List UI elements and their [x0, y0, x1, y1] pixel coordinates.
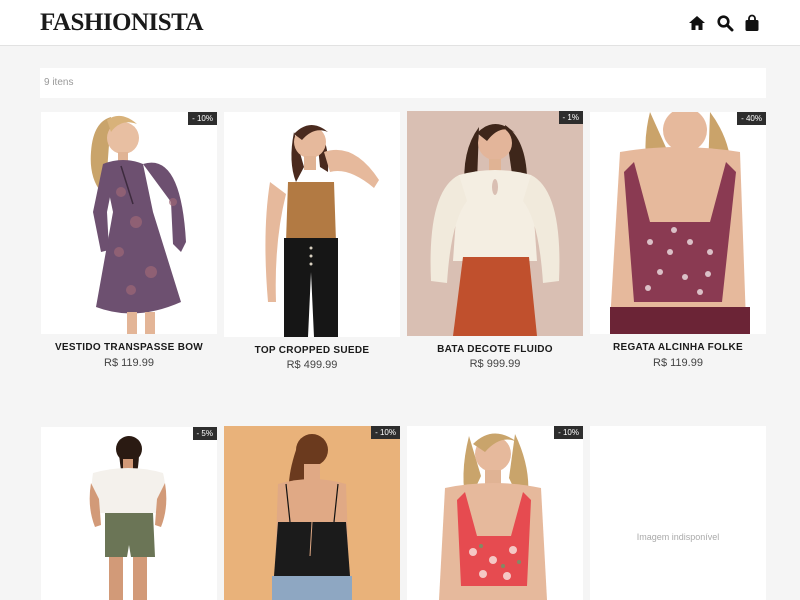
image-unavailable-text: Imagem indisponível — [636, 532, 720, 542]
shopping-bag-icon[interactable] — [743, 14, 761, 32]
site-logo[interactable]: FASHIONISTA — [40, 9, 204, 37]
discount-badge: - 10% — [554, 426, 583, 439]
product-name[interactable]: TOP CROPPED SUEDE — [224, 345, 400, 356]
product-price: R$ 119.99 — [653, 357, 703, 369]
product-name[interactable]: REGATA ALCINHA FOLKE — [590, 342, 766, 353]
product-image[interactable]: - 10% — [407, 426, 583, 600]
home-icon[interactable] — [688, 14, 706, 32]
site-header: FASHIONISTA — [0, 0, 800, 46]
product-name[interactable]: VESTIDO TRANSPASSE BOW — [41, 342, 217, 353]
product-name[interactable]: BATA DECOTE FLUIDO — [407, 344, 583, 355]
product-price: R$ 499.99 — [286, 359, 338, 371]
product-image[interactable]: - 1% — [407, 111, 583, 336]
discount-badge: - 1% — [558, 111, 583, 124]
product-price: R$ 999.99 — [469, 358, 521, 370]
product-image[interactable]: - 10% — [224, 426, 400, 600]
product-image[interactable]: - 10% — [41, 112, 217, 334]
product-image-placeholder[interactable]: Imagem indisponível — [590, 426, 766, 600]
product-image[interactable]: - 40% — [590, 112, 766, 334]
item-count-bar: 9 itens — [40, 68, 766, 98]
discount-badge: - 10% — [188, 112, 217, 125]
product-price: R$ 119.99 — [104, 357, 154, 369]
search-icon[interactable] — [716, 14, 734, 32]
item-count: 9 itens — [44, 77, 74, 88]
discount-badge: - 5% — [192, 427, 217, 440]
product-image[interactable]: - 5% — [41, 427, 217, 600]
discount-badge: - 10% — [371, 426, 400, 439]
discount-badge: - 40% — [737, 112, 766, 125]
product-image[interactable] — [224, 112, 400, 337]
